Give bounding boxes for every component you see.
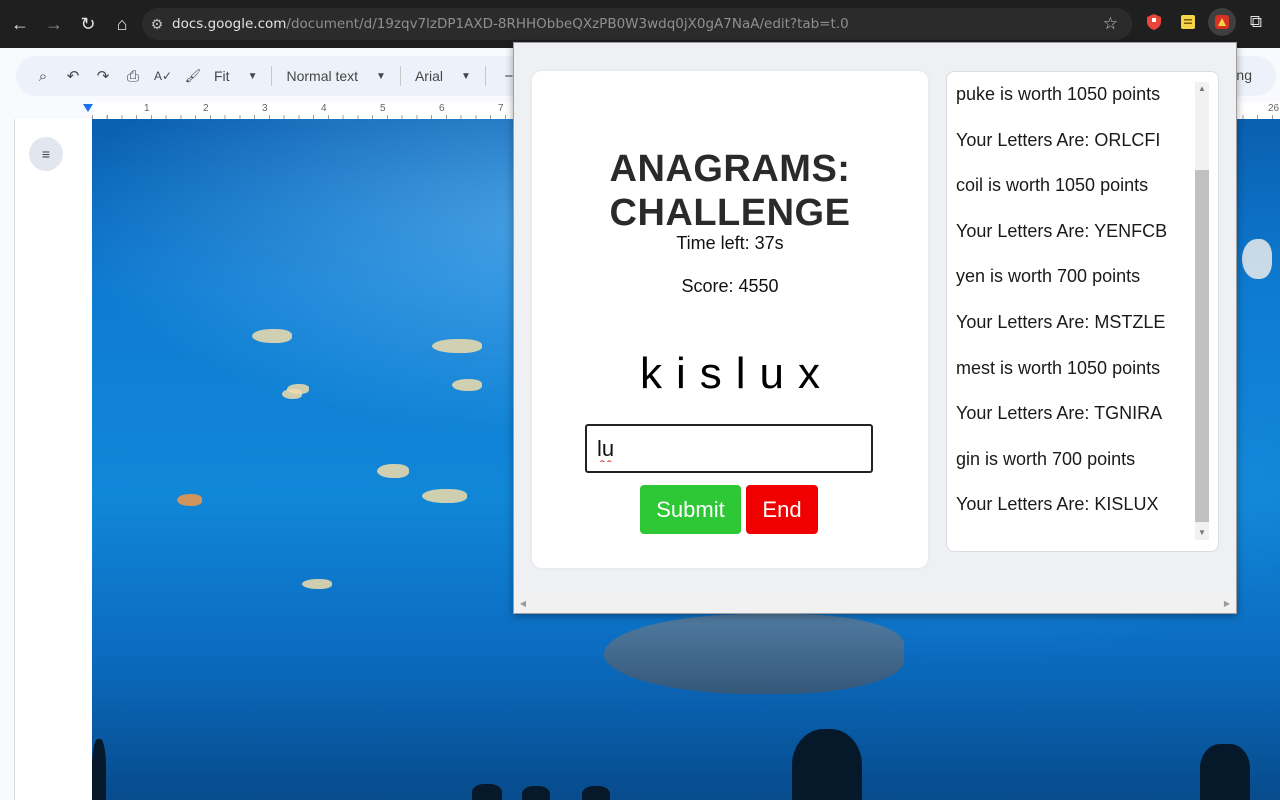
fish <box>432 339 482 353</box>
ruler-number: 5 <box>380 103 386 114</box>
visitor-silhouette <box>92 739 106 800</box>
fish <box>252 329 292 343</box>
scroll-right-icon[interactable]: ▶ <box>1220 595 1234 612</box>
back-icon[interactable]: ← <box>4 8 36 40</box>
score: Score: 4550 <box>681 276 779 296</box>
extension-shield-icon[interactable] <box>1140 8 1168 36</box>
history-log[interactable]: puke is worth 1050 points Your Letters A… <box>946 71 1219 552</box>
log-item: Your Letters Are: YENFCB <box>956 220 1168 241</box>
url-path: /document/d/19zqv7lzDP1AXD-8RHHObbeQXzPB… <box>286 16 849 32</box>
redo-icon[interactable]: ↷ <box>90 63 116 89</box>
log-list: puke is worth 1050 points Your Letters A… <box>956 82 1196 538</box>
log-item: Your Letters Are: ORLCFI <box>956 129 1161 150</box>
log-item: Your Letters Are: KISLUX <box>956 494 1159 515</box>
fish <box>452 379 482 391</box>
toolbar-divider <box>484 66 486 86</box>
fish <box>302 579 332 589</box>
guess-input[interactable] <box>585 424 873 473</box>
scroll-up-icon[interactable]: ▲ <box>1195 82 1209 96</box>
visitor-silhouette <box>472 784 502 800</box>
font-value: Arial <box>414 68 443 84</box>
chevron-down-icon: ▼ <box>247 70 258 82</box>
extension-anagrams-icon[interactable] <box>1208 8 1236 36</box>
chevron-down-icon: ▼ <box>376 70 386 82</box>
log-item: Your Letters Are: TGNIRA <box>956 403 1163 424</box>
log-item: puke is worth 1050 points <box>956 84 1161 104</box>
style-value: Normal text <box>286 68 359 84</box>
ruler-number: 1 <box>144 103 150 114</box>
log-item: gin is worth 700 points <box>956 448 1136 469</box>
search-icon[interactable]: ⌕ <box>30 63 56 89</box>
scroll-left-icon[interactable]: ◀ <box>516 595 530 612</box>
forward-icon[interactable]: → <box>38 8 70 40</box>
undo-icon[interactable]: ↶ <box>60 63 86 89</box>
submit-button[interactable]: Submit <box>640 485 741 534</box>
popup-horizontal-scrollbar[interactable]: ◀ ▶ <box>514 595 1236 612</box>
style-select[interactable]: Normal text ▼ <box>282 68 389 84</box>
fish <box>1242 239 1272 279</box>
end-button[interactable]: End <box>746 485 818 534</box>
log-item: Your Letters Are: MSTZLE <box>956 311 1166 332</box>
ruler-number: 4 <box>321 103 327 114</box>
visitor-silhouette <box>792 729 862 800</box>
reload-icon[interactable]: ↻ <box>72 8 104 40</box>
url-text[interactable]: docs.google.com/document/d/19zqv7lzDP1AX… <box>172 16 849 32</box>
ruler-number: 7 <box>498 103 504 114</box>
chevron-down-icon: ▼ <box>460 70 471 82</box>
ruler-number: 2 <box>203 103 209 114</box>
toolbar-divider <box>271 66 273 86</box>
print-icon[interactable]: ⎙ <box>120 63 146 89</box>
fish <box>377 464 409 478</box>
log-item: mest is worth 1050 points <box>956 357 1161 378</box>
game-title: ANAGRAMS: CHALLENGE <box>609 148 851 234</box>
fish <box>177 494 202 506</box>
log-item: yen is worth 700 points <box>956 266 1141 287</box>
home-icon[interactable]: ⌂ <box>106 8 138 40</box>
extension-notes-icon[interactable] <box>1174 8 1202 36</box>
toolbar-divider <box>399 66 401 86</box>
spellcheck-icon[interactable]: A✓ <box>150 63 176 89</box>
document-outline-button[interactable]: ≡ <box>29 137 63 171</box>
game-card: ANAGRAMS: CHALLENGE Time left: 37s Score… <box>532 71 928 568</box>
log-item: coil is worth 1050 points <box>956 175 1149 196</box>
fish <box>422 489 467 503</box>
extensions-area: ⧉ <box>1140 8 1270 36</box>
bookmark-star-icon[interactable]: ☆ <box>1103 14 1118 34</box>
fish <box>282 389 302 399</box>
ruler-number: 6 <box>439 103 445 114</box>
anagrams-popup: ANAGRAMS: CHALLENGE Time left: 37s Score… <box>513 42 1237 614</box>
zoom-value: Fit <box>214 68 230 84</box>
log-scrollbar-thumb[interactable] <box>1195 170 1209 522</box>
scroll-down-icon[interactable]: ▼ <box>1195 526 1209 540</box>
ruler-number: 3 <box>262 103 268 114</box>
time-left: Time left: 37s <box>676 233 784 253</box>
address-bar[interactable]: ⚙ docs.google.com/document/d/19zqv7lzDP1… <box>142 8 1132 40</box>
letters-display: kislux <box>639 349 835 398</box>
paint-format-icon[interactable]: 🖌 <box>180 63 206 89</box>
visitor-silhouette <box>522 786 550 800</box>
site-settings-icon[interactable]: ⚙ <box>142 16 172 33</box>
extensions-puzzle-icon[interactable]: ⧉ <box>1242 8 1270 36</box>
zoom-select[interactable]: Fit ▼ <box>210 68 261 84</box>
font-select[interactable]: Arial ▼ <box>411 68 475 84</box>
url-host: docs.google.com <box>172 16 287 32</box>
browser-toolbar: ← → ↻ ⌂ ⚙ docs.google.com/document/d/19z… <box>0 0 1280 48</box>
visitor-silhouette <box>1200 744 1250 800</box>
whale-shark <box>604 614 904 694</box>
visitor-silhouette <box>582 786 610 800</box>
indent-marker[interactable] <box>83 104 93 112</box>
ruler-number: 26 <box>1268 103 1280 114</box>
page-edge <box>14 119 93 800</box>
list-icon: ≡ <box>41 146 51 162</box>
